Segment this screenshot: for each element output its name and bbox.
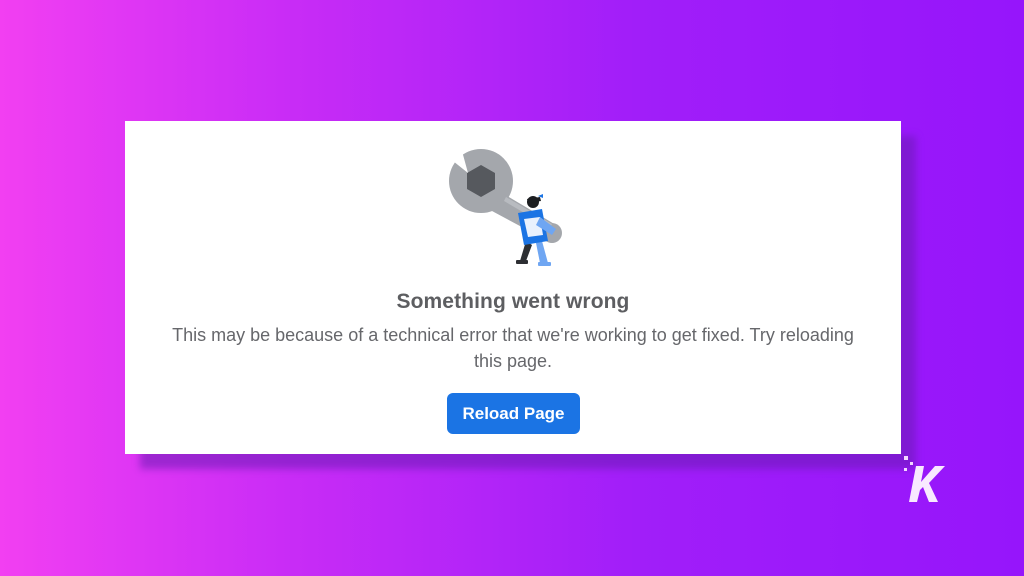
- error-card: Something went wrong This may be because…: [125, 121, 901, 454]
- knowtechie-logo-icon: [902, 452, 962, 512]
- error-title: Something went wrong: [396, 290, 630, 313]
- wrench-illustration-icon: [444, 147, 584, 269]
- error-message: This may be because of a technical error…: [172, 325, 854, 371]
- reload-page-button[interactable]: Reload Page: [447, 393, 580, 434]
